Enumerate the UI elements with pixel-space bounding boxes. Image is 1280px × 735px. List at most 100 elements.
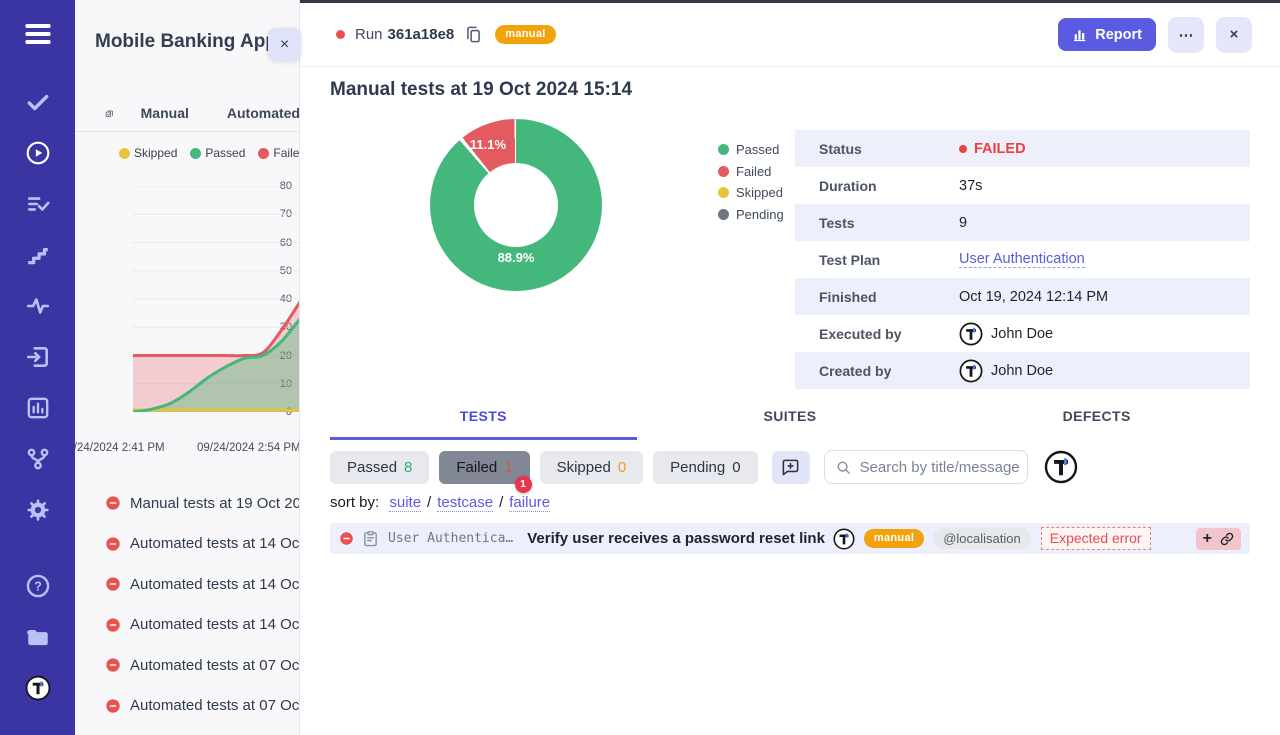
donut-passed-label: 88.9%	[486, 250, 546, 265]
detail-row-tests: Tests 9	[795, 204, 1250, 241]
donut-legend: Passed Failed Skipped Pending	[718, 139, 784, 225]
legend-failed: Failed	[258, 146, 300, 160]
results-donut-chart: 88.9% 11.1%	[430, 119, 602, 291]
comment-add-button[interactable]	[772, 451, 810, 484]
assignee-avatar	[833, 528, 855, 550]
copy-run-id-button[interactable]	[464, 25, 483, 44]
failed-dot	[718, 166, 729, 177]
search-box	[824, 450, 1028, 484]
x-tick-0: 09/24/2024 2:41 PM	[75, 442, 165, 454]
app-sidebar: ?	[0, 0, 75, 735]
legend-skipped: Skipped	[119, 146, 177, 160]
tab-suites[interactable]: SUITES	[637, 408, 944, 440]
user-avatar	[959, 322, 983, 346]
run-status-dot	[336, 30, 345, 39]
run-details-table: Status FAILED Duration 37s Tests 9 Test …	[795, 130, 1250, 389]
panel-close-button[interactable]: ×	[268, 28, 301, 61]
run-list-item[interactable]: Manual tests at 19 Oct 2024	[75, 483, 300, 524]
run-list-item[interactable]: Automated tests at 14 Oct 2024	[75, 524, 300, 565]
project-panel: Mobile Banking App Manual Automated Skip…	[75, 0, 300, 735]
tab-automated[interactable]: Automated	[227, 105, 300, 121]
steps-icon[interactable]	[0, 229, 75, 280]
sort-by-failure[interactable]: failure	[509, 494, 550, 512]
runs-list: Manual tests at 19 Oct 2024 Automated te…	[75, 483, 300, 726]
legend-passed: Passed	[190, 146, 245, 160]
header-actions: Report ⋯ ×	[1058, 17, 1252, 53]
sort-by-testcase[interactable]: testcase	[437, 494, 493, 512]
test-result-row[interactable]: User Authentica… Verify user receives a …	[330, 523, 1250, 554]
area-chart-legend: Skipped Passed Failed	[119, 146, 300, 160]
annotation-step-1: 1	[515, 476, 532, 493]
plot-area	[133, 186, 300, 412]
run-title: Manual tests at 19 Oct 2024 15:14	[330, 79, 632, 101]
settings-gear-icon[interactable]	[0, 484, 75, 535]
report-button[interactable]: Report	[1058, 18, 1156, 51]
project-title: Mobile Banking App	[95, 31, 277, 53]
copy-check-icon[interactable]	[105, 103, 114, 124]
bar-chart-icon	[1072, 27, 1088, 43]
run-list-item[interactable]: Automated tests at 07 Oct 2024	[75, 686, 300, 727]
tab-tests[interactable]: TESTS	[330, 408, 637, 440]
run-list-item[interactable]: Automated tests at 14 Oct 2024	[75, 564, 300, 605]
donut-failed-label: 11.1%	[458, 137, 518, 152]
list-check-icon[interactable]	[0, 178, 75, 229]
clipboard-icon	[362, 530, 379, 547]
error-message[interactable]: Expected error	[1041, 527, 1151, 550]
svg-text:?: ?	[34, 579, 42, 593]
user-avatar	[959, 359, 983, 383]
sort-by-suite[interactable]: suite	[389, 494, 421, 512]
status-value: FAILED	[959, 141, 1026, 157]
runs-area-chart: 80706050403020100 09/24/2024 2:41 PM 09/…	[75, 170, 300, 460]
test-tag[interactable]: @localisation	[933, 528, 1031, 549]
check-icon[interactable]	[0, 76, 75, 127]
row-actions: +	[1196, 528, 1241, 550]
run-list-item[interactable]: Automated tests at 07 Oct 2024	[75, 645, 300, 686]
analytics-icon[interactable]	[0, 382, 75, 433]
tab-manual[interactable]: Manual	[141, 105, 189, 121]
legend-failed: Failed	[718, 161, 784, 183]
legend-pending: Pending	[718, 204, 784, 226]
menu-icon[interactable]	[0, 0, 75, 68]
filter-failed-button[interactable]: Failed1 1	[439, 451, 529, 484]
skipped-dot	[718, 187, 729, 198]
failed-dot	[258, 148, 269, 159]
detail-row-finished: Finished Oct 19, 2024 12:14 PM	[795, 278, 1250, 315]
branch-icon[interactable]	[0, 433, 75, 484]
run-label: Run	[355, 26, 383, 43]
run-detail-view: Run 361a18e8 manual Report ⋯ × Manual te…	[300, 0, 1280, 735]
close-run-button[interactable]: ×	[1216, 17, 1252, 53]
run-id: 361a18e8	[388, 26, 455, 43]
skipped-dot	[119, 148, 130, 159]
passed-dot	[718, 144, 729, 155]
tab-defects[interactable]: DEFECTS	[943, 408, 1250, 440]
filter-row: Passed8 Failed1 1 Skipped0 Pending0	[330, 450, 1078, 484]
detail-row-status: Status FAILED	[795, 130, 1250, 167]
detail-row-duration: Duration 37s	[795, 167, 1250, 204]
assignee-avatar-button[interactable]	[1044, 450, 1078, 484]
failed-run-icon	[105, 698, 121, 714]
filter-skipped-button[interactable]: Skipped0	[540, 451, 644, 484]
activity-icon[interactable]	[0, 280, 75, 331]
comment-plus-icon	[781, 458, 800, 477]
play-circle-icon[interactable]	[0, 127, 75, 178]
run-list-item[interactable]: Automated tests at 14 Oct 2024	[75, 605, 300, 646]
test-title[interactable]: Verify user receives a password reset li…	[527, 530, 825, 547]
failed-dot	[959, 145, 967, 153]
copy-icon	[464, 25, 483, 44]
search-input[interactable]	[860, 459, 1020, 476]
testomat-logo-icon[interactable]	[0, 662, 75, 713]
add-defect-button[interactable]: +	[1203, 531, 1212, 547]
detail-row-executed-by: Executed by John Doe	[795, 315, 1250, 352]
test-plan-link[interactable]: User Authentication	[959, 251, 1085, 268]
link-icon[interactable]	[1220, 532, 1234, 546]
failed-run-icon	[105, 657, 121, 673]
detail-row-created-by: Created by John Doe	[795, 352, 1250, 389]
sign-in-icon[interactable]	[0, 331, 75, 382]
projects-folder-icon[interactable]	[0, 611, 75, 662]
suite-name[interactable]: User Authentica…	[388, 531, 513, 546]
more-button[interactable]: ⋯	[1168, 17, 1204, 53]
filter-pending-button[interactable]: Pending0	[653, 451, 757, 484]
help-icon[interactable]: ?	[0, 560, 75, 611]
legend-skipped: Skipped	[718, 182, 784, 204]
filter-passed-button[interactable]: Passed8	[330, 451, 429, 484]
